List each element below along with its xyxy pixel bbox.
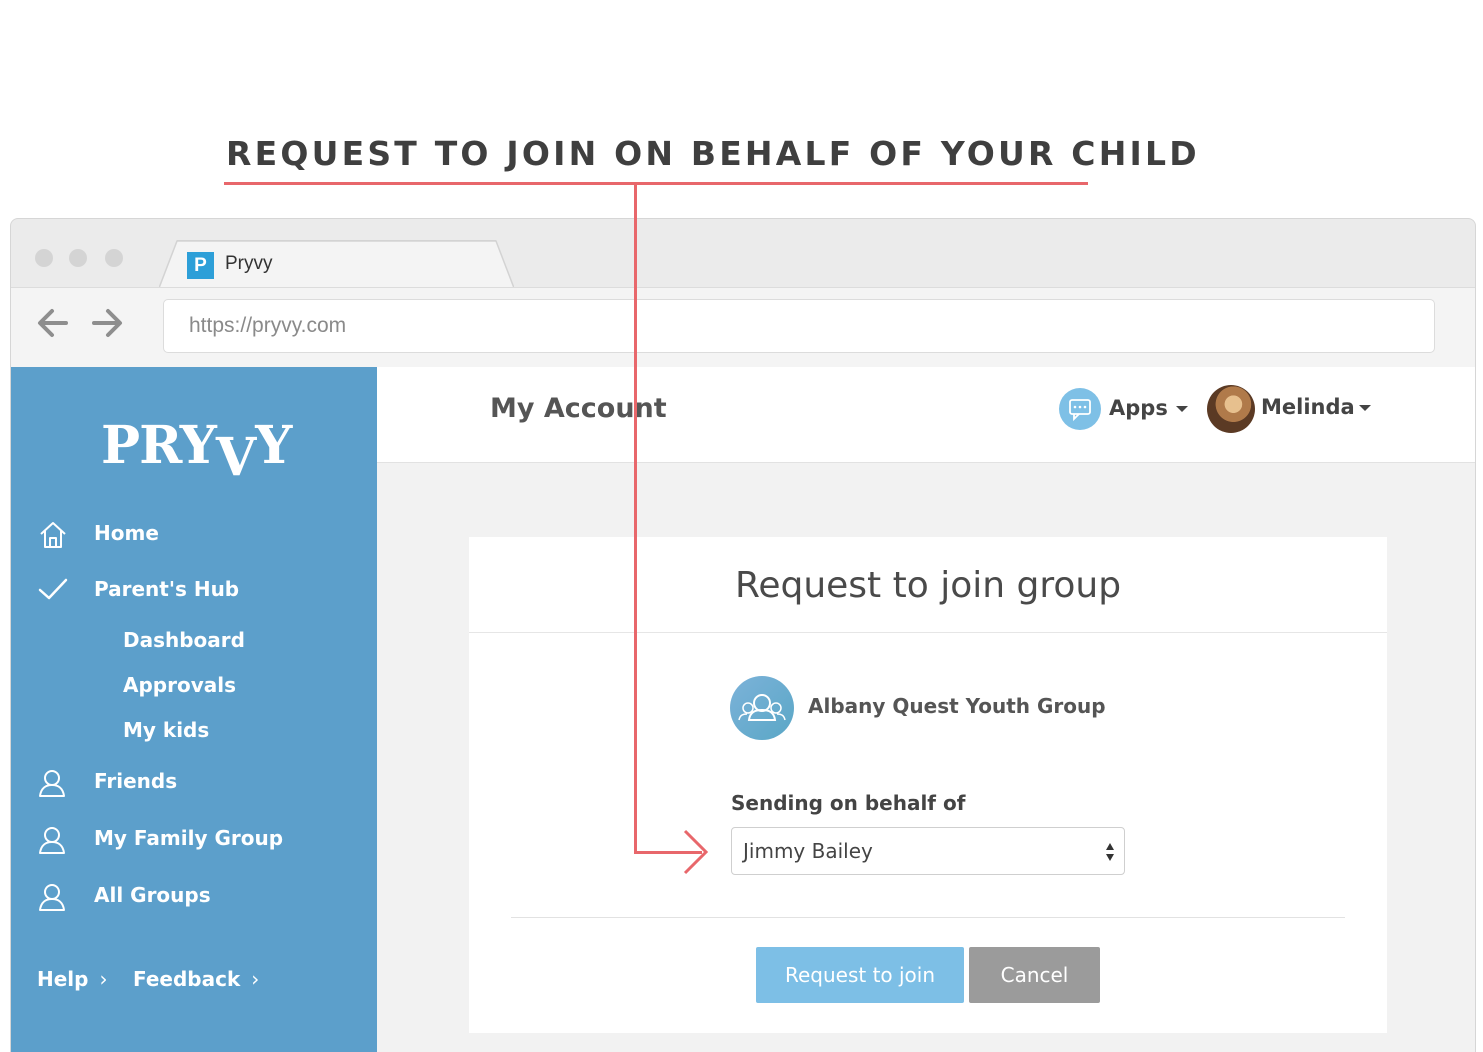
chat-bubble-glyph bbox=[1069, 399, 1091, 422]
pryvy-favicon-icon: P bbox=[187, 252, 214, 279]
user-name: Melinda bbox=[1261, 395, 1355, 419]
callout-arrow-icon bbox=[683, 829, 709, 875]
sidebar-subitem-dashboard[interactable]: Dashboard bbox=[123, 628, 245, 652]
select-updown-icon bbox=[1106, 843, 1114, 861]
feedback-link[interactable]: Feedback › bbox=[133, 967, 259, 991]
page-title: My Account bbox=[490, 393, 667, 424]
help-link[interactable]: Help › bbox=[37, 967, 107, 991]
child-select[interactable]: Jimmy Bailey bbox=[731, 827, 1125, 875]
chat-bubble-icon[interactable] bbox=[1059, 388, 1101, 430]
caret-down-icon bbox=[1175, 406, 1188, 412]
apps-label: Apps bbox=[1109, 396, 1168, 420]
window-minimize-dot[interactable] bbox=[69, 249, 87, 267]
checkmark-icon bbox=[38, 578, 68, 600]
group-people-glyph bbox=[738, 694, 786, 721]
person-icon bbox=[39, 770, 65, 797]
window-close-dot[interactable] bbox=[35, 249, 53, 267]
back-arrow-icon[interactable] bbox=[35, 305, 71, 341]
callout-title: REQUEST TO JOIN ON BEHALF OF YOUR CHILD bbox=[226, 134, 1200, 173]
chevron-right-icon: › bbox=[251, 967, 260, 991]
person-icon bbox=[39, 884, 65, 911]
forward-arrow-icon[interactable] bbox=[89, 305, 125, 341]
help-label: Help bbox=[37, 967, 89, 991]
pryvy-logo[interactable]: PRYVY bbox=[101, 415, 292, 488]
callout-underline bbox=[224, 182, 1088, 185]
tab-title: Pryvy bbox=[225, 253, 273, 274]
house-icon bbox=[40, 522, 66, 548]
chevron-right-icon: › bbox=[99, 967, 108, 991]
person-icon bbox=[39, 827, 65, 854]
avatar[interactable] bbox=[1207, 385, 1255, 433]
url-text: https://pryvy.com bbox=[189, 314, 347, 337]
sidebar-item-all-groups[interactable]: All Groups bbox=[94, 883, 211, 907]
dialog-title: Request to join group bbox=[734, 565, 1122, 606]
group-name: Albany Quest Youth Group bbox=[808, 694, 1106, 718]
child-select-value: Jimmy Bailey bbox=[743, 839, 873, 863]
sidebar: PRYVY Home Parent's Hub Dashboard Approv… bbox=[11, 367, 377, 1052]
request-dialog: Request to join group Albany Quest Youth… bbox=[469, 537, 1387, 1033]
apps-menu[interactable]: Apps bbox=[1109, 396, 1188, 420]
top-bar: My Account Apps Melinda bbox=[377, 367, 1475, 463]
sidebar-subitem-approvals[interactable]: Approvals bbox=[123, 673, 236, 697]
sidebar-item-friends[interactable]: Friends bbox=[94, 769, 177, 793]
feedback-label: Feedback bbox=[133, 967, 241, 991]
sidebar-item-home[interactable]: Home bbox=[94, 521, 159, 545]
sidebar-item-parents-hub[interactable]: Parent's Hub bbox=[94, 577, 239, 601]
request-to-join-button[interactable]: Request to join bbox=[756, 947, 964, 1003]
browser-window: P Pryvy https://pryvy.com PRYVY Home Par… bbox=[10, 218, 1476, 1052]
user-menu[interactable]: Melinda bbox=[1261, 395, 1371, 419]
sidebar-subitem-my-kids[interactable]: My kids bbox=[123, 718, 209, 742]
behalf-field-label: Sending on behalf of bbox=[731, 791, 966, 815]
sidebar-item-my-family-group[interactable]: My Family Group bbox=[94, 826, 283, 850]
group-avatar-icon bbox=[730, 676, 794, 740]
window-maximize-dot[interactable] bbox=[105, 249, 123, 267]
dialog-divider bbox=[469, 632, 1387, 633]
caret-down-icon bbox=[1358, 405, 1371, 411]
address-bar[interactable]: https://pryvy.com bbox=[163, 299, 1435, 353]
dialog-footer-divider bbox=[511, 917, 1345, 918]
callout-connector-line bbox=[634, 184, 637, 853]
cancel-button[interactable]: Cancel bbox=[969, 947, 1100, 1003]
